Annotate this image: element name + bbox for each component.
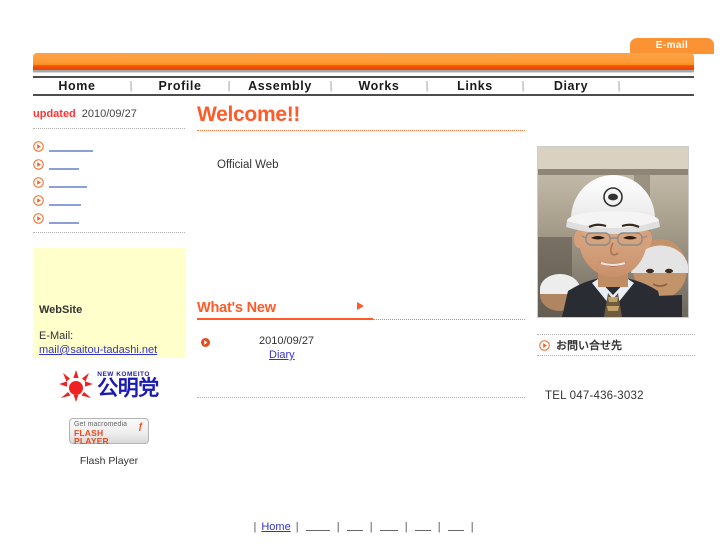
sidebar-link-label <box>49 159 79 170</box>
nav-separator: | <box>329 80 333 92</box>
bullet-arrow-icon <box>201 338 210 347</box>
updated-date: 2010/09/27 <box>81 108 137 120</box>
sidebar-link-list <box>33 137 185 227</box>
nav-item-assembly[interactable]: Assembly <box>239 79 321 93</box>
contact-heading: お問い合せ先 <box>556 340 622 352</box>
sidebar-link-label <box>49 195 81 206</box>
nav-item-links[interactable]: Links <box>437 79 513 93</box>
whats-new-header: What's New <box>197 300 525 320</box>
whats-new-bar <box>197 318 373 320</box>
sidebar-divider-bottom <box>33 232 185 233</box>
contact-telephone: TEL 047-436-3032 <box>545 390 644 402</box>
sidebar-link-1[interactable] <box>33 137 185 155</box>
nav-separator: | <box>425 80 429 92</box>
contact-block: お問い合せ先 TEL 047-436-3032 <box>537 334 695 402</box>
sidebar-logo-block: NEW KOMEITO 公明党 Get macromedia FLASH PLA… <box>33 370 185 467</box>
email-address-link[interactable]: mail@saitou-tadashi.net <box>39 344 157 356</box>
play-circle-icon <box>33 212 44 224</box>
play-circle-icon <box>33 194 44 206</box>
footer-link-home[interactable]: Home <box>261 521 290 533</box>
sidebar-link-2[interactable] <box>33 155 185 173</box>
page-title: Welcome!! <box>197 103 301 126</box>
sidebar-divider-top <box>33 128 185 129</box>
whats-new-bar-dotted <box>373 319 525 320</box>
news-divider <box>197 397 525 398</box>
sidebar: updated 2010/09/27 WebSite E-Mail: mail@… <box>33 108 185 467</box>
flash-player-badge[interactable]: Get macromedia FLASH PLAYER ƒ <box>69 418 149 446</box>
site-header: E-mail Home | Profile | Assembly | Works… <box>0 0 727 96</box>
sidebar-info-box: WebSite E-Mail: mail@saitou-tadashi.net <box>33 248 185 358</box>
nav-item-profile[interactable]: Profile <box>141 79 219 93</box>
page-title-rule <box>197 130 525 131</box>
intro-text: Official Web <box>217 159 279 171</box>
sidebar-link-4[interactable] <box>33 191 185 209</box>
nav-separator: | <box>521 80 525 92</box>
play-circle-icon <box>33 140 44 152</box>
footer-navigation: | Home | | | | | | <box>0 521 727 533</box>
sidebar-link-label <box>49 141 93 152</box>
sidebar-link-label <box>49 213 79 224</box>
news-link-diary[interactable]: Diary <box>259 349 309 361</box>
portrait-photo <box>537 146 689 318</box>
nav-item-works[interactable]: Works <box>341 79 417 93</box>
footer-separator: | <box>437 521 441 533</box>
right-column: お問い合せ先 TEL 047-436-3032 <box>537 146 695 402</box>
nav-item-diary[interactable]: Diary <box>533 79 609 93</box>
footer-separator: | <box>369 521 373 533</box>
nav-separator: | <box>227 80 231 92</box>
contact-rule-bottom <box>537 355 695 356</box>
triangle-right-icon <box>357 302 364 310</box>
portrait-photo-image <box>538 147 688 317</box>
header-banner <box>33 53 694 70</box>
play-circle-icon <box>33 158 44 170</box>
footer-separator: | <box>295 521 299 533</box>
komeito-text: NEW KOMEITO 公明党 <box>97 371 159 401</box>
footer-link-1[interactable] <box>305 522 330 531</box>
contact-heading-row[interactable]: お問い合せ先 <box>537 335 695 355</box>
header-rule-light <box>33 72 694 73</box>
play-circle-icon <box>33 176 44 188</box>
news-date: 2010/09/27 <box>259 335 315 347</box>
footer-link-3[interactable] <box>379 522 398 531</box>
nav-separator: | <box>129 80 133 92</box>
sunburst-icon <box>59 370 94 402</box>
play-circle-icon <box>539 339 550 351</box>
footer-link-2[interactable] <box>346 522 363 531</box>
main-navigation: Home | Profile | Assembly | Works | Link… <box>33 76 694 96</box>
footer-separator: | <box>404 521 408 533</box>
whats-new-title: What's New <box>197 300 276 316</box>
updated-row: updated 2010/09/27 <box>33 108 185 124</box>
footer-link-4[interactable] <box>414 522 431 531</box>
whats-new-section: What's New 2010/09/27 Diary <box>197 300 525 398</box>
news-item: 2010/09/27 Diary <box>197 335 525 398</box>
komeito-logo[interactable]: NEW KOMEITO 公明党 <box>33 370 185 402</box>
flash-f-icon: ƒ <box>137 421 143 431</box>
footer-link-5[interactable] <box>447 522 464 531</box>
main-content: Welcome!! Official Web What's New 2010/0… <box>197 103 525 398</box>
footer-separator: | <box>253 521 257 533</box>
nav-separator: | <box>617 80 621 92</box>
flash-player-caption: Flash Player <box>79 455 139 467</box>
sidebar-link-label <box>49 177 87 188</box>
nav-item-home[interactable]: Home <box>33 79 121 93</box>
sidebar-link-3[interactable] <box>33 173 185 191</box>
footer-separator: | <box>470 521 474 533</box>
komeito-japanese-name: 公明党 <box>97 377 159 401</box>
footer-separator: | <box>336 521 340 533</box>
website-label: WebSite <box>39 304 83 316</box>
sidebar-link-5[interactable] <box>33 209 185 227</box>
updated-label: updated <box>33 108 76 120</box>
player-label: PLAYER <box>74 436 109 446</box>
email-label: E-Mail: <box>39 330 74 342</box>
email-tab[interactable]: E-mail <box>630 38 714 54</box>
